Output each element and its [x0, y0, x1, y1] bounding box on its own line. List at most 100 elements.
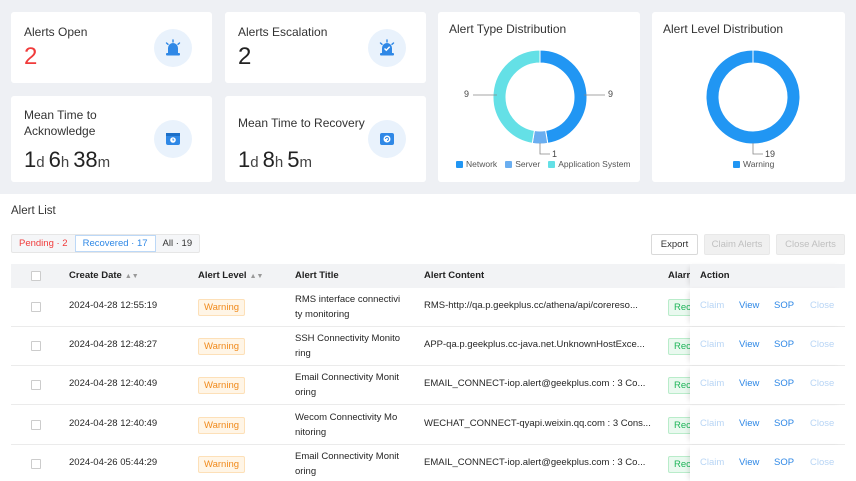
level-label-bottom: 19	[765, 149, 776, 159]
legend-warning[interactable]: Warning	[733, 159, 774, 169]
acknowledge-icon	[154, 120, 192, 158]
row-alert-title: SSH Connectivity Monito ring	[295, 333, 401, 360]
legend-server[interactable]: Server	[505, 159, 540, 169]
close-action[interactable]: Close	[810, 457, 834, 468]
escalation-alarm-icon	[368, 29, 406, 67]
row-alert-content: RMS-http://qa.p.geekplus.cc/athena/api/c…	[424, 300, 638, 311]
close-action[interactable]: Close	[810, 300, 834, 311]
sop-action[interactable]: SOP	[774, 378, 794, 389]
mttr-card: Mean Time to Recovery 1d 8h 5m	[225, 96, 426, 182]
alerts-escalation-value: 2	[238, 43, 252, 70]
sop-action[interactable]: SOP	[774, 457, 794, 468]
row-alert-content: WECHAT_CONNECT-qyapi.weixin.qq.com : 3 C…	[424, 417, 651, 429]
alarm-light-icon	[154, 29, 192, 67]
col-alert-title: Alert Title	[295, 270, 339, 281]
row-alert-content: EMAIL_CONNECT-iop.alert@geekplus.com : 3…	[424, 456, 646, 468]
claim-action[interactable]: Claim	[700, 300, 724, 311]
row-alert-title: Email Connectivity Monit oring	[295, 372, 400, 399]
type-label-right: 9	[608, 89, 614, 99]
alerts-open-card: Alerts Open 2	[11, 12, 212, 83]
sort-icon: ▲▼	[124, 273, 139, 280]
claim-action[interactable]: Claim	[700, 418, 724, 429]
view-action[interactable]: View	[739, 418, 759, 429]
claim-alerts-button[interactable]: Claim Alerts	[704, 234, 770, 255]
donut-slice-warning[interactable]	[705, 49, 801, 145]
row-checkbox[interactable]	[31, 341, 41, 352]
alert-level-donut	[705, 49, 801, 155]
select-all-checkbox[interactable]	[31, 271, 41, 281]
alert-list-title: Alert List	[11, 205, 56, 217]
table-row[interactable]: 2024-04-28 12:40:49 Warning Wecom Connec…	[11, 405, 845, 445]
level-badge: Warning	[198, 338, 246, 356]
row-alert-title: RMS interface connectivi ty monitoring	[295, 294, 401, 320]
sop-action[interactable]: SOP	[774, 339, 794, 350]
table-row[interactable]: 2024-04-28 12:40:49 Warning Email Connec…	[11, 366, 845, 406]
alert-level-chart-card: Alert Level Distribution 19 Warning	[652, 12, 845, 182]
tab-all[interactable]: All · 19	[156, 235, 200, 252]
alert-level-legend: Warning	[733, 159, 774, 169]
level-badge: Warning	[198, 299, 246, 316]
donut-slice-network[interactable]	[539, 49, 588, 144]
alerts-open-title: Alerts Open	[24, 25, 88, 39]
table-row[interactable]: 2024-04-28 12:55:19 Warning RMS interfac…	[11, 288, 845, 327]
export-button[interactable]: Export	[651, 234, 698, 255]
sop-action[interactable]: SOP	[774, 300, 794, 311]
alert-type-chart-card: Alert Type Distribution 9 9 1 Network Se…	[438, 12, 640, 182]
row-create-date: 2024-04-28 12:55:19	[69, 300, 158, 311]
claim-action[interactable]: Claim	[700, 457, 724, 468]
close-action[interactable]: Close	[810, 378, 834, 389]
close-alerts-button[interactable]: Close Alerts	[776, 234, 845, 255]
claim-action[interactable]: Claim	[700, 339, 724, 350]
col-create-date[interactable]: Create Date ▲▼	[69, 264, 139, 289]
mtta-title-line2: Acknowledge	[24, 124, 96, 138]
row-create-date: 2024-04-26 05:44:29	[69, 456, 158, 468]
view-action[interactable]: View	[739, 339, 759, 350]
status-filter-tabs: Pending · 2 Recovered · 17 All · 19	[11, 234, 201, 253]
level-badge: Warning	[198, 377, 246, 395]
row-alert-title: Wecom Connectivity Mo nitoring	[295, 411, 398, 438]
row-alert-content: EMAIL_CONNECT-iop.alert@geekplus.com : 3…	[424, 378, 646, 390]
level-badge: Warning	[198, 455, 246, 473]
level-badge: Warning	[198, 416, 246, 434]
donut-slice-server[interactable]	[531, 129, 549, 145]
row-create-date: 2024-04-28 12:48:27	[69, 339, 158, 351]
alerts-escalation-card: Alerts Escalation 2	[225, 12, 426, 83]
legend-network[interactable]: Network	[456, 159, 497, 169]
type-label-bottom: 1	[552, 149, 558, 159]
close-action[interactable]: Close	[810, 418, 834, 429]
mttr-title: Mean Time to Recovery	[238, 116, 365, 130]
donut-slice-application-system[interactable]	[492, 49, 541, 144]
row-checkbox[interactable]	[31, 458, 41, 469]
tab-recovered[interactable]: Recovered · 17	[74, 235, 156, 252]
row-alert-content: APP-qa.p.geekplus.cc-java.net.UnknownHos…	[424, 339, 645, 351]
table-row[interactable]: 2024-04-26 05:44:29 Warning Email Connec…	[11, 444, 845, 481]
alerts-open-value: 2	[24, 43, 38, 70]
recovery-icon	[368, 120, 406, 158]
table-row[interactable]: 2024-04-28 12:48:27 Warning SSH Connecti…	[11, 327, 845, 367]
row-checkbox[interactable]	[31, 419, 41, 430]
row-checkbox[interactable]	[31, 380, 41, 391]
alerts-escalation-title: Alerts Escalation	[238, 25, 328, 39]
claim-action[interactable]: Claim	[700, 378, 724, 389]
col-alert-content: Alert Content	[424, 270, 485, 281]
view-action[interactable]: View	[739, 457, 759, 468]
col-alert-level[interactable]: Alert Level ▲▼	[198, 264, 263, 289]
col-action: Action	[700, 270, 730, 281]
mtta-value: 1d 6h 38m	[24, 147, 111, 172]
sort-icon: ▲▼	[249, 273, 264, 280]
row-checkbox[interactable]	[31, 302, 41, 312]
legend-application-system[interactable]: Application System	[548, 159, 631, 169]
sop-action[interactable]: SOP	[774, 418, 794, 429]
tab-pending[interactable]: Pending · 2	[12, 235, 75, 252]
row-create-date: 2024-04-28 12:40:49	[69, 417, 158, 429]
alert-list-panel: Alert List Pending · 2 Recovered · 17 Al…	[0, 194, 856, 481]
mtta-card: Mean Time to Acknowledge 1d 6h 38m	[11, 96, 212, 182]
type-label-left: 9	[464, 89, 470, 99]
mtta-title-line1: Mean Time to	[24, 108, 97, 122]
row-alert-title: Email Connectivity Monit oring	[295, 450, 400, 477]
table-header: Create Date ▲▼ Alert Level ▲▼ Alert Title …	[11, 264, 845, 288]
view-action[interactable]: View	[739, 378, 759, 389]
close-action[interactable]: Close	[810, 339, 834, 350]
view-action[interactable]: View	[739, 300, 759, 311]
mttr-value: 1d 8h 5m	[238, 147, 312, 172]
